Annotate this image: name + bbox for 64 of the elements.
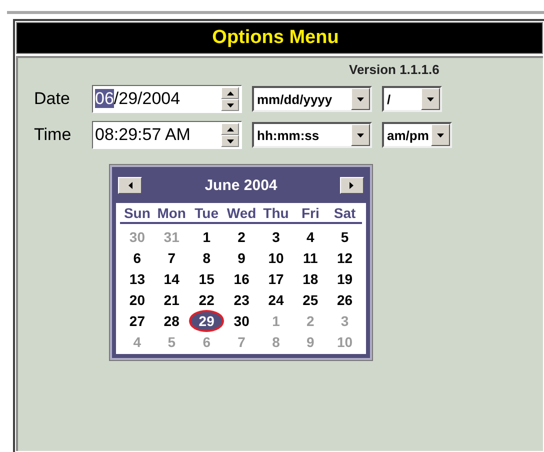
- calendar-day[interactable]: 27: [129, 312, 145, 330]
- month-title: June 2004: [204, 176, 278, 194]
- option-dropdown[interactable]: /: [382, 86, 442, 112]
- weekday-label: Mon: [154, 205, 189, 224]
- field-label: Time: [34, 125, 72, 145]
- calendar-day[interactable]: 18: [302, 270, 318, 288]
- down-arrow-icon: [226, 102, 234, 108]
- calendar-day[interactable]: 12: [337, 248, 353, 266]
- weekday-label: Wed: [224, 205, 259, 224]
- weekday-label: Thu: [258, 205, 294, 224]
- spin-down-button[interactable]: [221, 99, 239, 111]
- version-label: Version 1.1.1.6: [349, 62, 440, 78]
- selected-day[interactable]: 29: [188, 310, 224, 332]
- calendar-day[interactable]: 13: [129, 270, 145, 288]
- weekday-label: Sun: [120, 205, 154, 224]
- calendar-day[interactable]: 17: [268, 270, 284, 288]
- calendar-day[interactable]: 14: [164, 270, 180, 288]
- up-arrow-icon: [226, 126, 234, 132]
- weekday-label: Tue: [188, 205, 224, 224]
- spin-down-button[interactable]: [221, 135, 239, 147]
- calendar-day[interactable]: 3: [272, 228, 280, 246]
- right-arrow-icon: [348, 182, 356, 188]
- calendar-day[interactable]: 19: [337, 270, 353, 288]
- calendar-day[interactable]: 23: [234, 290, 250, 308]
- calendar-day[interactable]: 9: [238, 248, 246, 266]
- calendar-day[interactable]: 28: [164, 312, 180, 330]
- format-dropdown[interactable]: hh:mm:ss: [252, 122, 372, 148]
- calendar-day[interactable]: 2: [238, 228, 246, 246]
- spin-field[interactable]: 08:29:57 AM: [92, 121, 242, 149]
- up-arrow-icon: [226, 90, 234, 96]
- format-dropdown[interactable]: mm/dd/yyyy: [252, 86, 372, 112]
- calendar-day[interactable]: 25: [302, 290, 318, 308]
- calendar-day[interactable]: 5: [340, 228, 349, 246]
- window-title: Options Menu: [16, 22, 543, 54]
- calendar-day[interactable]: 10: [268, 248, 284, 266]
- down-arrow-icon: [226, 138, 234, 144]
- calendar-day[interactable]: 8: [202, 248, 210, 266]
- calendar-day[interactable]: 4: [306, 228, 314, 246]
- field-label: Date: [34, 89, 71, 109]
- dropdown-arrow-icon: [357, 132, 364, 138]
- calendar-day[interactable]: 6: [133, 248, 142, 266]
- dropdown-arrow-icon: [357, 96, 364, 102]
- calendar-day[interactable]: 24: [268, 290, 284, 308]
- weekday-label: Fri: [293, 205, 328, 224]
- calendar-day[interactable]: 1: [202, 228, 210, 246]
- option-dropdown[interactable]: am/pm: [382, 122, 452, 148]
- calendar-day[interactable]: 7: [168, 248, 176, 266]
- calendar-day[interactable]: 30: [234, 312, 250, 330]
- calendar-day[interactable]: 15: [198, 270, 214, 288]
- calendar-day[interactable]: 22: [198, 290, 214, 308]
- calendar-day[interactable]: 20: [129, 290, 145, 308]
- spin-up-button[interactable]: [221, 87, 239, 99]
- dropdown-arrow-icon: [427, 96, 434, 102]
- dropdown-arrow-icon: [437, 132, 444, 138]
- calendar-day[interactable]: 26: [337, 290, 353, 308]
- next-month-button[interactable]: [340, 176, 364, 194]
- left-arrow-icon: [126, 182, 134, 188]
- spin-field[interactable]: 06/29/2004: [92, 85, 242, 113]
- weekday-label: Sat: [328, 205, 362, 224]
- calendar-day[interactable]: 21: [164, 290, 180, 308]
- calendar-day[interactable]: 11: [302, 248, 318, 266]
- previous-month-button[interactable]: [118, 176, 142, 194]
- calendar-day[interactable]: 16: [234, 270, 250, 288]
- spin-up-button[interactable]: [221, 123, 239, 135]
